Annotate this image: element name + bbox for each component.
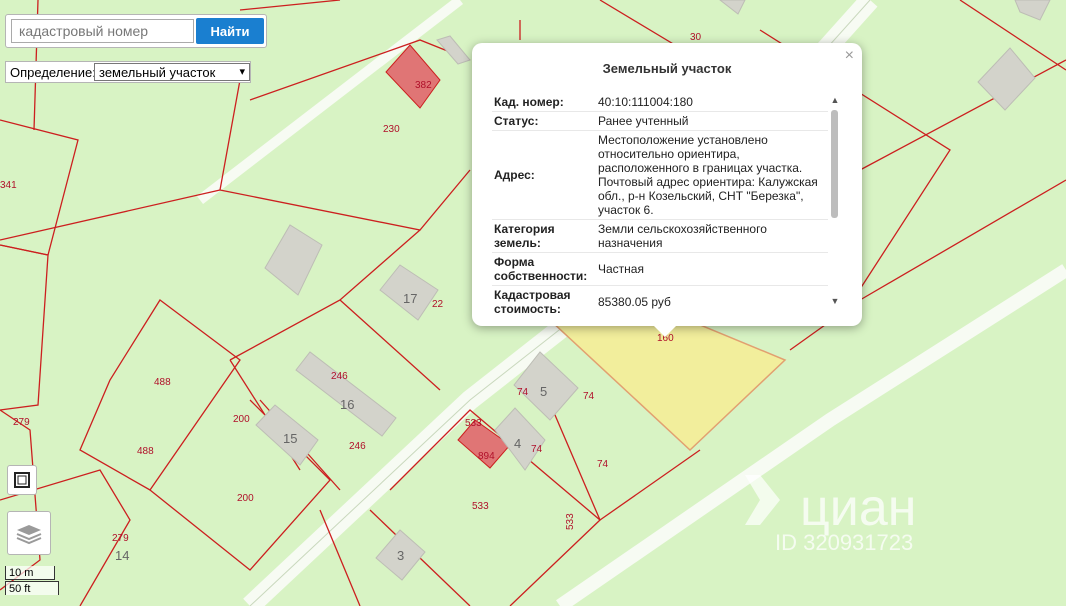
info-row-address: Адрес: Местоположение установлено относи… <box>492 130 828 220</box>
info-row-cadastral-value: Кадастровая стоимость: 85380.05 руб <box>492 285 828 314</box>
map-canvas[interactable]: 30 382 230 341 22 160 246 488 488 200 20… <box>0 0 1066 606</box>
parcel-label: 30 <box>690 32 702 43</box>
parcel-label: 74 <box>583 391 595 402</box>
house-number: 4 <box>514 436 521 451</box>
house-number: 14 <box>115 548 129 563</box>
info-value: 85380.05 руб <box>595 285 828 314</box>
watermark-id: ID 320931723 <box>775 530 913 555</box>
parcel-label: 341 <box>0 180 17 191</box>
parcel-label: 533 <box>465 418 482 429</box>
parcel-info-popup: × Земельный участок Кад. номер: 40:10:11… <box>472 43 862 326</box>
info-key: Статус: <box>492 111 595 131</box>
parcel-info-table: Кад. номер: 40:10:111004:180 Статус: Ран… <box>492 93 828 314</box>
cadastral-search-input[interactable] <box>11 19 194 43</box>
info-key: Форма собственности: <box>492 252 595 286</box>
info-key: Адрес: <box>492 130 595 220</box>
watermark-brand: циан <box>800 479 916 537</box>
parcel-label: 488 <box>154 377 171 388</box>
scale-metric: 10 m <box>5 566 55 580</box>
parcel-label: 246 <box>349 441 366 452</box>
chevron-down-icon: ▾ <box>239 66 245 78</box>
parcel-label: 246 <box>331 371 348 382</box>
info-value: Местоположение установлено относительно … <box>595 130 828 220</box>
popup-pointer <box>653 325 677 337</box>
parcel-label: 279 <box>112 533 129 544</box>
info-value: Ранее учтенный <box>595 111 828 131</box>
parcel-label: 74 <box>531 444 543 455</box>
search-button[interactable]: Найти <box>196 18 264 44</box>
parcel-label: 74 <box>597 459 609 470</box>
parcel-label: 533 <box>472 501 489 512</box>
popup-title: Земельный участок <box>602 61 732 76</box>
scroll-up-icon[interactable]: ▲ <box>828 95 842 105</box>
parcel-label-rotated: 533 <box>565 513 576 530</box>
house-number: 5 <box>540 384 547 399</box>
search-panel: Найти <box>5 14 267 48</box>
house-number: 15 <box>283 431 297 446</box>
house-number: 3 <box>397 548 404 563</box>
popup-scrollbar-thumb[interactable] <box>831 110 838 218</box>
parcel-label: 22 <box>432 299 444 310</box>
parcel-label: 230 <box>383 124 400 135</box>
info-row-status: Статус: Ранее учтенный <box>492 111 828 131</box>
info-value: 40:10:111004:180 <box>595 93 828 112</box>
definition-select[interactable]: земельный участок ▾ <box>94 63 250 81</box>
house-number: 17 <box>403 291 417 306</box>
parcel-label: 74 <box>517 387 529 398</box>
definition-label: Определение: <box>10 64 96 80</box>
parcel-label: 488 <box>137 446 154 457</box>
fullscreen-button[interactable] <box>7 465 37 495</box>
info-key: Кад. номер: <box>492 93 595 112</box>
info-row-ownership: Форма собственности: Частная <box>492 252 828 286</box>
parcel-label: 894 <box>478 451 495 462</box>
info-value: Частная <box>595 252 828 286</box>
scroll-down-icon[interactable]: ▼ <box>828 296 842 306</box>
definition-row: Определение: земельный участок ▾ <box>5 61 251 83</box>
parcel-label: 200 <box>233 414 250 425</box>
parcel-label: 382 <box>415 80 432 91</box>
definition-selected-value: земельный участок <box>99 64 216 80</box>
layers-icon <box>16 525 42 545</box>
house-number: 16 <box>340 397 354 412</box>
scale-imperial: 50 ft <box>5 581 59 595</box>
layers-button[interactable] <box>7 511 51 555</box>
parcel-label: 279 <box>13 417 30 428</box>
frame-icon <box>14 472 30 488</box>
info-value: Земли сельскохозяйственного назначения <box>595 219 828 253</box>
info-row-category: Категория земель: Земли сельскохозяйстве… <box>492 219 828 253</box>
info-key: Категория земель: <box>492 219 595 253</box>
parcel-label: 200 <box>237 493 254 504</box>
popup-body[interactable]: Кад. номер: 40:10:111004:180 Статус: Ран… <box>492 93 828 314</box>
info-key: Кадастровая стоимость: <box>492 285 595 314</box>
info-row-cadastral-number: Кад. номер: 40:10:111004:180 <box>492 93 828 112</box>
scale-bar: 10 m 50 ft <box>5 566 59 598</box>
